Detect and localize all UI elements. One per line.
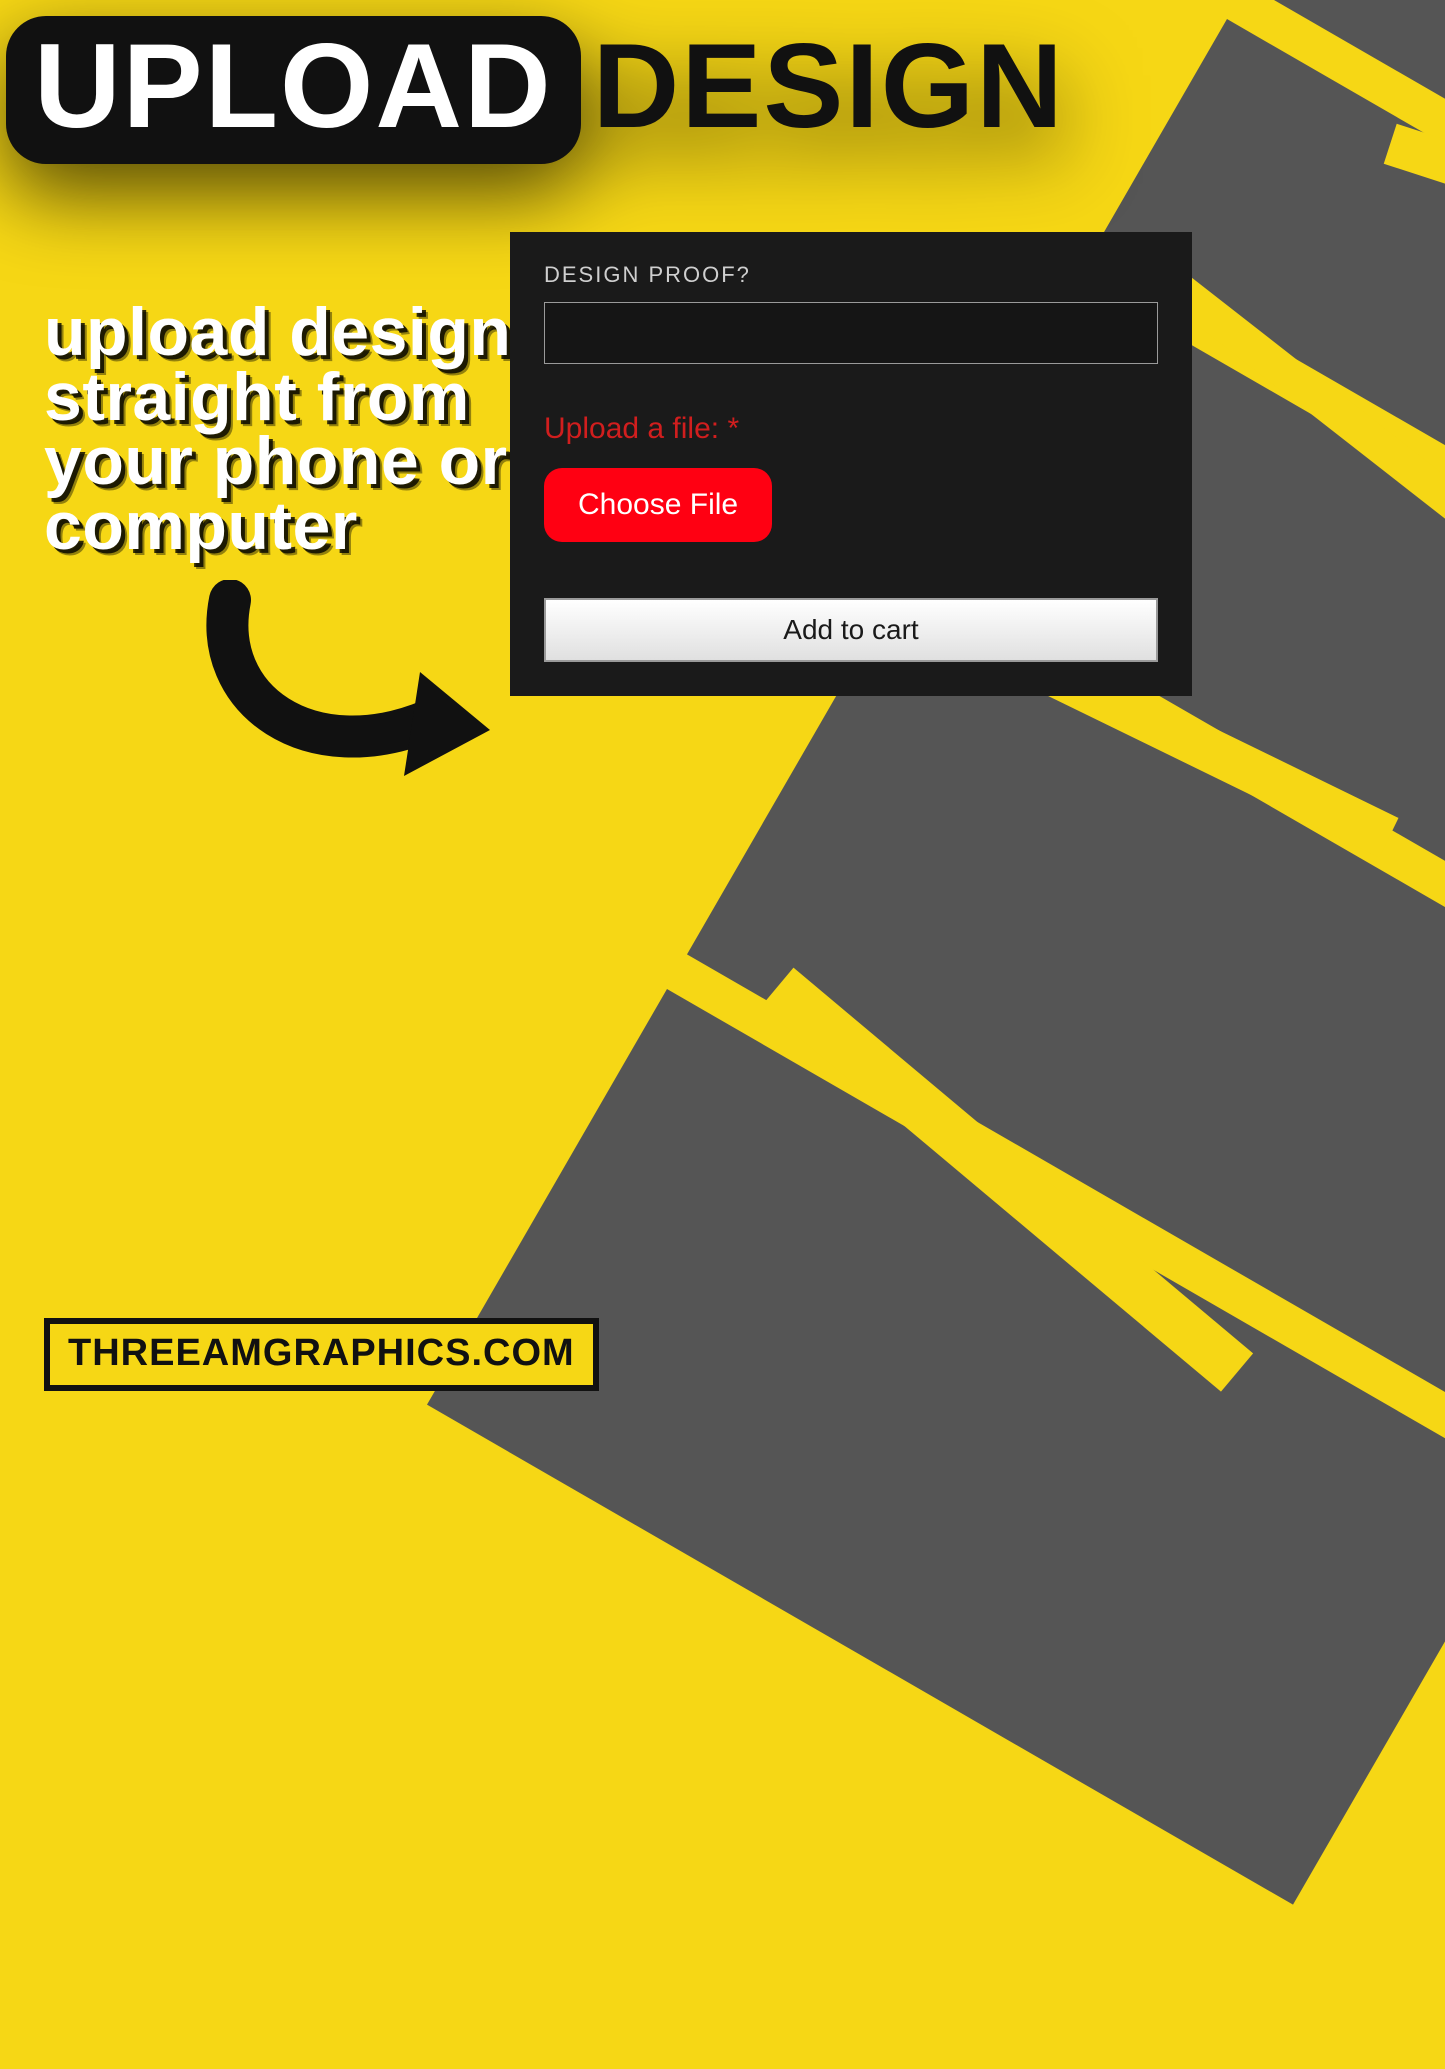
upload-form-panel: DESIGN PROOF? Upload a file: * Choose Fi… xyxy=(510,232,1192,696)
choose-file-button[interactable]: Choose File xyxy=(544,468,772,542)
upload-file-label: Upload a file: * xyxy=(544,412,1158,446)
design-proof-label: DESIGN PROOF? xyxy=(544,262,1158,288)
arrow-icon xyxy=(190,580,510,800)
heading-upload-pill: UPLOAD xyxy=(6,16,581,164)
upload-file-label-text: Upload a file: xyxy=(544,412,719,445)
footer-site-badge: THREEAMGRAPHICS.COM xyxy=(44,1318,599,1391)
page-heading: UPLOAD DESIGN xyxy=(6,16,1065,164)
add-to-cart-button[interactable]: Add to cart xyxy=(544,598,1158,662)
heading-design-word: DESIGN xyxy=(581,16,1065,164)
required-mark: * xyxy=(727,412,739,445)
design-proof-input[interactable] xyxy=(544,302,1158,364)
